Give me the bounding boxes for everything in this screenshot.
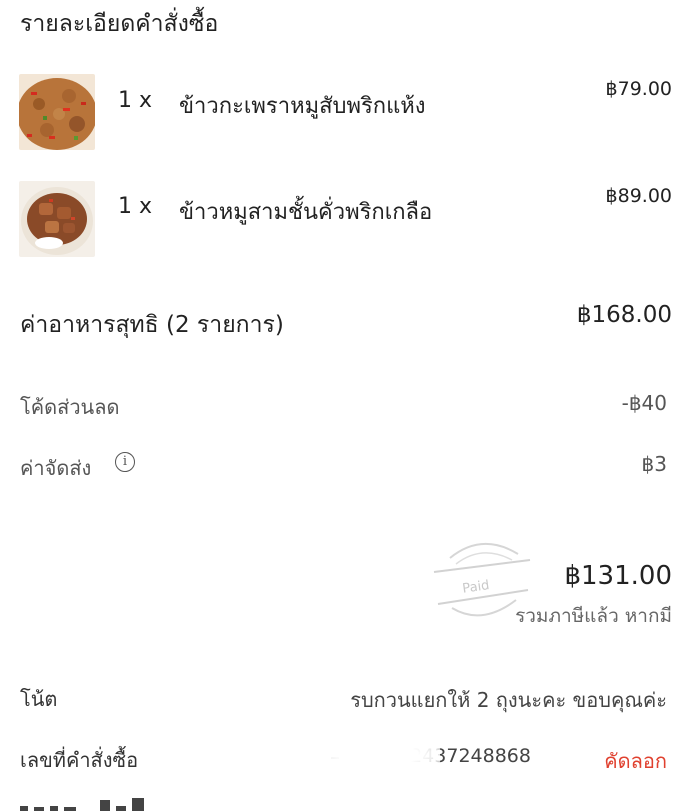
- item-price: ฿89.00: [605, 185, 672, 207]
- copy-order-number-button[interactable]: คัดลอก: [604, 745, 667, 777]
- order-number-label: เลขที่คำสั่งซื้อ: [20, 748, 139, 772]
- stamp-text: Paid: [461, 578, 490, 597]
- page-title: รายละเอียดคำสั่งซื้อ: [20, 11, 219, 37]
- tax-note: รวมภาษีแล้ว หากมี: [515, 605, 672, 627]
- food-thumbnail-basil-pork: [19, 74, 95, 150]
- delivery-fee-label: ค่าจัดส่ง: [20, 456, 92, 480]
- redaction-blur: [320, 738, 440, 772]
- discount-label: โค้ดส่วนลด: [20, 395, 120, 419]
- item-price: ฿79.00: [605, 78, 672, 100]
- note-label: โน้ต: [20, 687, 58, 711]
- next-row-cutoff: [20, 797, 180, 811]
- discount-value: -฿40: [621, 391, 667, 415]
- note-value: รบกวนแยกให้ 2 ถุงนะคะ ขอบคุณค่ะ: [350, 688, 667, 712]
- subtotal-label: ค่าอาหารสุทธิ (2 รายการ): [20, 312, 284, 338]
- item-quantity: 1 x: [118, 194, 153, 219]
- info-icon[interactable]: i: [115, 452, 135, 472]
- total-value: ฿131.00: [564, 561, 672, 591]
- subtotal-value: ฿168.00: [576, 302, 672, 328]
- item-name: ข้าวกะเพราหมูสับพริกแห้ง: [179, 94, 426, 119]
- item-name: ข้าวหมูสามชั้นคั่วพริกเกลือ: [179, 200, 433, 225]
- item-quantity: 1 x: [118, 88, 153, 113]
- food-thumbnail-crispy-pork: [19, 181, 95, 257]
- delivery-fee-value: ฿3: [641, 452, 667, 476]
